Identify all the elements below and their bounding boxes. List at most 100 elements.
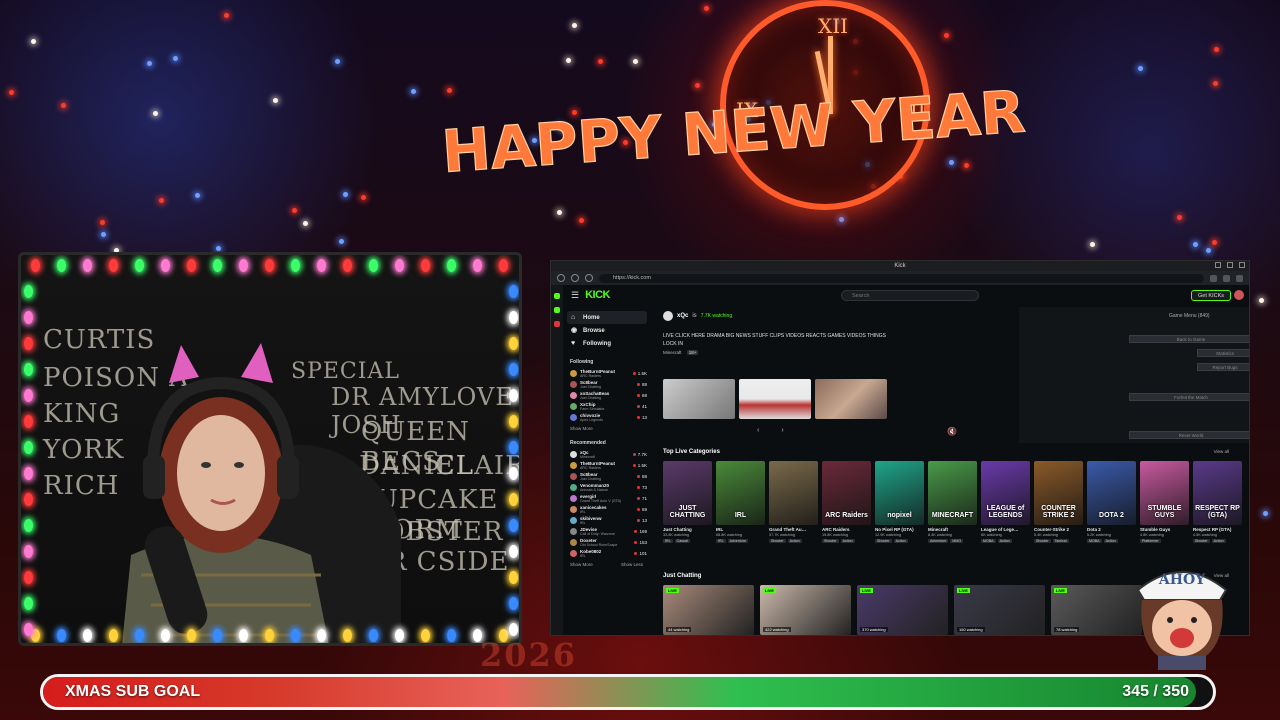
category-name[interactable]: No Pixel RP (GTA) bbox=[875, 527, 924, 532]
show-more-link[interactable]: Show More bbox=[570, 426, 647, 431]
category-tag[interactable]: Shooter bbox=[822, 539, 839, 543]
category-art[interactable]: MINECRAFT bbox=[928, 461, 977, 525]
channel-item[interactable]: xanicecakes IRL 69 bbox=[567, 504, 647, 515]
category-tag[interactable]: Casual bbox=[674, 539, 690, 543]
nav-item-browse[interactable]: ◉ Browse bbox=[567, 324, 647, 337]
category-tag[interactable]: Action bbox=[787, 539, 802, 543]
channel-item[interactable]: Sc8bear Just Chatting 88 bbox=[567, 471, 647, 482]
category-tag[interactable]: MOBA bbox=[981, 539, 996, 543]
minimize-icon[interactable] bbox=[1215, 262, 1221, 268]
category-card[interactable]: LEAGUE of LEGENDS League of Lege… 6K watch… bbox=[981, 461, 1030, 543]
avatar[interactable] bbox=[1234, 290, 1244, 300]
channel-item[interactable]: Sc8bear Just Chatting 88 bbox=[567, 379, 647, 390]
category-tag[interactable]: Shooter bbox=[1034, 539, 1051, 543]
nav-item-following[interactable]: ♥ Following bbox=[567, 337, 647, 350]
show-less-link[interactable]: Show Less bbox=[621, 562, 643, 567]
category-tag[interactable]: Adventure bbox=[928, 539, 949, 543]
channel-item[interactable]: XxChip Farm Simulator 41 bbox=[567, 401, 647, 412]
category-name[interactable]: Counter-Strike 2 bbox=[1034, 527, 1083, 532]
category-art[interactable]: DOTA 2 bbox=[1087, 461, 1136, 525]
category-card[interactable]: Grand Theft Au… 37.7K watching Shooter Acti… bbox=[769, 461, 818, 543]
menu-icon[interactable]: ☰ bbox=[571, 290, 579, 301]
category-tag[interactable]: IRL bbox=[716, 539, 726, 543]
category-card[interactable]: ARC Raiders ARC Raiders 15.8K watching Shoo… bbox=[822, 461, 871, 543]
channel-item[interactable]: Kobe0802 IRL 101 bbox=[567, 548, 647, 559]
category-tag[interactable]: Tactical bbox=[1052, 539, 1069, 543]
featured-thumb[interactable] bbox=[815, 379, 887, 419]
category-name[interactable]: Stumble Guys bbox=[1140, 527, 1189, 532]
category-card[interactable]: MINECRAFT Minecraft 8.4K watching Adventure… bbox=[928, 461, 977, 543]
channel-item[interactable]: TheBurntPeanut ARC Raiders 1.5K bbox=[567, 460, 647, 471]
featured-streamer[interactable]: xQc is 7.7K watching bbox=[663, 311, 732, 321]
app-tab-icon[interactable] bbox=[554, 321, 560, 327]
stream-thumbnail[interactable]: LIVE 44 watching bbox=[663, 585, 754, 635]
kick-logo[interactable]: KICK bbox=[585, 289, 610, 301]
maximize-icon[interactable] bbox=[1227, 262, 1233, 268]
category-tag[interactable]: Action bbox=[840, 539, 855, 543]
category-name[interactable]: League of Lege… bbox=[981, 527, 1030, 532]
category-art[interactable]: RESPECT RP (GTA) bbox=[1193, 461, 1242, 525]
category-tag[interactable]: IRL bbox=[663, 539, 673, 543]
category-name[interactable]: Grand Theft Au… bbox=[769, 527, 818, 532]
search-input[interactable]: Search bbox=[841, 290, 979, 301]
category-name[interactable]: Dota 2 bbox=[1087, 527, 1136, 532]
category-tag[interactable]: Shooter bbox=[875, 539, 892, 543]
channel-item[interactable]: Venomman20 Animals & Nature 73 bbox=[567, 482, 647, 493]
category-link[interactable]: Minecraft bbox=[663, 350, 682, 355]
category-card[interactable]: JUST CHATTING Just Chatting 33.8K watching… bbox=[663, 461, 712, 543]
category-tag[interactable]: Action bbox=[1211, 539, 1226, 543]
category-tag[interactable]: Adventure bbox=[727, 539, 748, 543]
channel-item[interactable]: TheBurntPeanut ARC Raiders 1.5K bbox=[567, 368, 647, 379]
reload-icon[interactable] bbox=[585, 274, 593, 282]
nav-item-home[interactable]: ⌂ Home bbox=[567, 311, 647, 324]
category-art[interactable]: LEAGUE of LEGENDS bbox=[981, 461, 1030, 525]
category-card[interactable]: IRL IRL 68.8K watching IRL Adventure bbox=[716, 461, 765, 543]
category-art[interactable] bbox=[769, 461, 818, 525]
get-kicks-button[interactable]: Get KICKs bbox=[1191, 290, 1231, 301]
channel-item[interactable]: xQc Minecraft 7.7K bbox=[567, 449, 647, 460]
category-card[interactable]: nopixel No Pixel RP (GTA) 12.9K watching Sh… bbox=[875, 461, 924, 543]
category-tag[interactable]: Platformer bbox=[1140, 539, 1161, 543]
close-icon[interactable] bbox=[1239, 262, 1245, 268]
channel-item[interactable]: evergirl Grand Theft Auto V (GTA) 71 bbox=[567, 493, 647, 504]
extension-icon[interactable] bbox=[1210, 274, 1217, 282]
category-card[interactable]: STUMBLE GUYS Stumble Guys 4.8K watching Pla… bbox=[1140, 461, 1189, 543]
category-art[interactable]: nopixel bbox=[875, 461, 924, 525]
kick-tab-icon[interactable] bbox=[554, 293, 560, 299]
stream-thumbnail[interactable]: LIVE 160 watching bbox=[954, 585, 1045, 635]
category-art[interactable]: JUST CHATTING bbox=[663, 461, 712, 525]
mute-icon[interactable]: 🔇 bbox=[947, 427, 957, 436]
show-more-link[interactable]: Show More bbox=[570, 562, 593, 567]
category-name[interactable]: Respect RP (GTA) bbox=[1193, 527, 1242, 532]
category-art[interactable]: COUNTER STRIKE 2 bbox=[1034, 461, 1083, 525]
channel-item[interactable]: xoSachaBeas Just Chatting 68 bbox=[567, 390, 647, 401]
category-name[interactable]: Minecraft bbox=[928, 527, 977, 532]
category-card[interactable]: COUNTER STRIKE 2 Counter-Strike 2 5.4K wat… bbox=[1034, 461, 1083, 543]
channel-item[interactable]: chivvozie Apex Legends 13 bbox=[567, 412, 647, 423]
back-icon[interactable] bbox=[557, 274, 565, 282]
url-field[interactable]: https://kick.com bbox=[599, 273, 1204, 283]
category-tag[interactable]: MOBA bbox=[1087, 539, 1102, 543]
category-art[interactable]: ARC Raiders bbox=[822, 461, 871, 525]
channel-item[interactable]: skibivenw IRL 13 bbox=[567, 515, 647, 526]
window-controls[interactable] bbox=[1215, 262, 1245, 268]
category-tag[interactable]: Action bbox=[997, 539, 1012, 543]
kick-tab-icon[interactable] bbox=[554, 307, 560, 313]
forward-icon[interactable] bbox=[571, 274, 579, 282]
view-all-link[interactable]: View all bbox=[1214, 449, 1229, 454]
category-card[interactable]: RESPECT RP (GTA) Respect RP (GTA) 4.5K wat… bbox=[1193, 461, 1242, 543]
category-art[interactable]: STUMBLE GUYS bbox=[1140, 461, 1189, 525]
stream-thumbnail[interactable]: LIVE 370 watching bbox=[857, 585, 948, 635]
streamer-avatar[interactable] bbox=[663, 311, 673, 321]
extension-icon[interactable] bbox=[1223, 274, 1230, 282]
category-tag[interactable]: Shooter bbox=[1193, 539, 1210, 543]
category-tag[interactable]: Shooter bbox=[769, 539, 786, 543]
category-tag[interactable]: Action bbox=[1103, 539, 1118, 543]
channel-item[interactable]: Doxeter Old School RuneScape 153 bbox=[567, 537, 647, 548]
category-name[interactable]: Just Chatting bbox=[663, 527, 712, 532]
channel-item[interactable]: JDevise Call of Duty: Warzone 169 bbox=[567, 526, 647, 537]
category-name[interactable]: IRL bbox=[716, 527, 765, 532]
category-tag[interactable]: Action bbox=[893, 539, 908, 543]
streamer-name[interactable]: xQc bbox=[677, 313, 688, 319]
category-tag[interactable]: MMO bbox=[950, 539, 964, 543]
